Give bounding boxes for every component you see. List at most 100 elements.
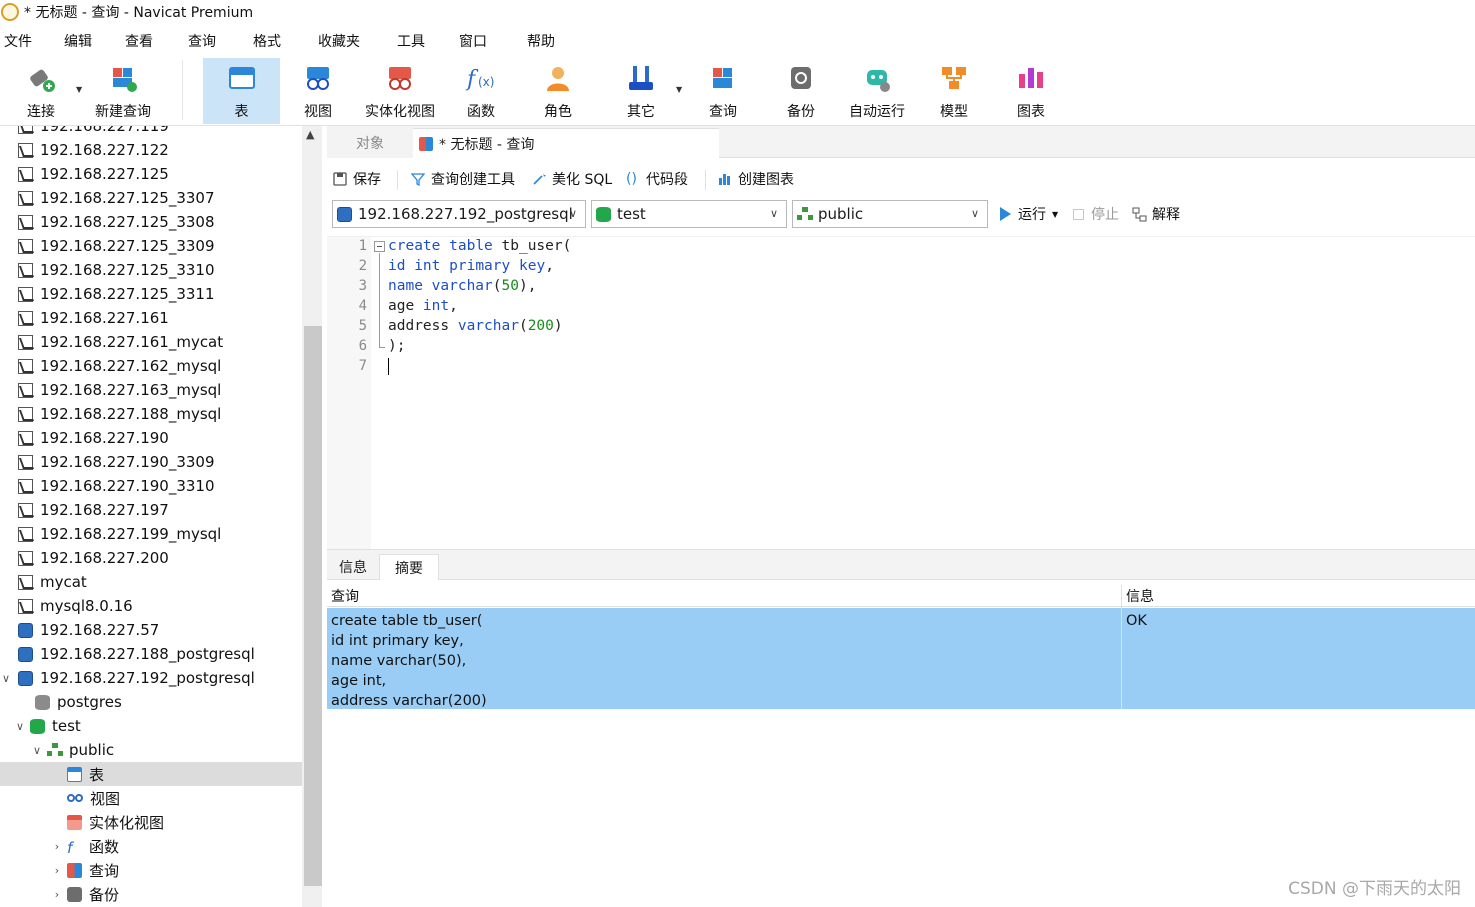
schema-select[interactable]: public ∨	[792, 200, 988, 228]
explain-button[interactable]: 解释	[1132, 204, 1180, 224]
tab-info[interactable]: 信息	[329, 554, 377, 580]
tree-label: 实体化视图	[89, 813, 165, 832]
tree-connection[interactable]: 192.168.227.163_mysql	[0, 378, 302, 402]
save-button[interactable]: 保存	[333, 169, 381, 189]
chevron-right-icon[interactable]: ›	[51, 888, 63, 901]
model-button[interactable]: 模型	[925, 58, 983, 124]
menu-format[interactable]: 格式	[253, 31, 281, 51]
beautify-sql-button[interactable]: 美化 SQL	[532, 169, 612, 189]
tree-connection[interactable]: 192.168.227.199_mysql	[0, 522, 302, 546]
backup-button[interactable]: 备份	[772, 58, 830, 124]
mysql-connection-icon	[18, 358, 33, 374]
menu-tools[interactable]: 工具	[397, 31, 425, 51]
code-line[interactable]: );	[388, 338, 405, 354]
fold-collapse-icon[interactable]	[374, 241, 385, 252]
menu-query[interactable]: 查询	[188, 31, 216, 51]
chevron-right-icon[interactable]: ›	[51, 864, 63, 877]
code-line[interactable]: create table tb_user(	[388, 238, 571, 254]
tree-connection[interactable]: 192.168.227.162_mysql	[0, 354, 302, 378]
tree-connection-postgresql[interactable]: 192.168.227.188_postgresql	[0, 642, 302, 666]
tab-objects[interactable]: 对象	[327, 128, 413, 158]
tree-scrollbar[interactable]: ▲	[302, 126, 322, 907]
tree-connection[interactable]: 192.168.227.125_3309	[0, 234, 302, 258]
connect-button[interactable]: 连接	[10, 58, 72, 124]
tree-connection[interactable]: 192.168.227.125_3310	[0, 258, 302, 282]
tree-schema-child[interactable]: › 备份	[0, 882, 302, 906]
results-panel: 信息 摘要 查询 信息 create table tb_user( id int…	[327, 549, 1475, 907]
new-query-button[interactable]: 新建查询	[88, 58, 158, 124]
tree-connection[interactable]: 192.168.227.161	[0, 306, 302, 330]
tree-connection[interactable]: 192.168.227.190_3310	[0, 474, 302, 498]
query-builder-button[interactable]: 查询创建工具	[411, 169, 515, 189]
tree-connection-postgresql[interactable]: ∨ 192.168.227.192_postgresql	[0, 666, 302, 690]
auto-run-button[interactable]: 自动运行	[842, 58, 912, 124]
scroll-up-icon[interactable]: ▲	[306, 128, 314, 141]
create-chart-button[interactable]: 创建图表	[718, 169, 794, 189]
tree-connection[interactable]: 192.168.227.125_3307	[0, 186, 302, 210]
tree-connection[interactable]: 192.168.227.122	[0, 138, 302, 162]
line-number: 4	[358, 298, 367, 314]
tree-connection-postgresql[interactable]: 192.168.227.57	[0, 618, 302, 642]
tree-connection[interactable]: mycat	[0, 570, 302, 594]
materialized-view-button[interactable]: 实体化视图	[358, 58, 442, 124]
query-button[interactable]: 查询	[694, 58, 752, 124]
column-header-info[interactable]: 信息	[1122, 585, 1475, 607]
tab-query[interactable]: * 无标题 - 查询	[413, 128, 719, 158]
tree-connection-partial[interactable]: 192.168.227.119	[0, 126, 302, 138]
menu-file[interactable]: 文件	[4, 31, 32, 51]
menu-help[interactable]: 帮助	[527, 31, 555, 51]
chevron-down-icon[interactable]: ∨	[0, 672, 12, 685]
result-cell-query[interactable]: create table tb_user( id int primary key…	[327, 608, 1121, 709]
chevron-down-icon: ∨	[568, 207, 577, 220]
view-button[interactable]: 视图	[290, 58, 346, 124]
code-line[interactable]: age int,	[388, 298, 458, 314]
tree-schema-child[interactable]: 视图	[0, 786, 302, 810]
chevron-down-icon[interactable]: ∨	[31, 744, 43, 757]
other-button[interactable]: 其它	[612, 58, 670, 124]
menu-edit[interactable]: 编辑	[64, 31, 92, 51]
chevron-down-icon[interactable]: ∨	[14, 720, 26, 733]
scrollbar-thumb[interactable]	[304, 326, 322, 886]
funnel-icon	[411, 173, 425, 186]
tree-connection[interactable]: 192.168.227.125_3308	[0, 210, 302, 234]
tree-connection[interactable]: 192.168.227.188_mysql	[0, 402, 302, 426]
tree-connection[interactable]: 192.168.227.197	[0, 498, 302, 522]
menu-window[interactable]: 窗口	[459, 31, 487, 51]
tree-schema-child[interactable]: 表	[0, 762, 302, 786]
role-button[interactable]: 角色	[528, 58, 588, 124]
code-line[interactable]: address varchar(200)	[388, 318, 563, 334]
tree-database[interactable]: postgres	[0, 690, 302, 714]
code-line[interactable]: name varchar(50),	[388, 278, 536, 294]
stop-button[interactable]: 停止	[1073, 204, 1119, 224]
tree-schema[interactable]: ∨ public	[0, 738, 302, 762]
column-header-query[interactable]: 查询	[327, 585, 1121, 607]
run-button[interactable]: 运行 ▼	[1000, 204, 1058, 224]
connection-select[interactable]: 192.168.227.192_postgresql ∨	[332, 200, 586, 228]
chart-button[interactable]: 图表	[1002, 58, 1060, 124]
database-select[interactable]: test ∨	[591, 200, 787, 228]
table-button[interactable]: 表	[203, 58, 280, 124]
tree-schema-child[interactable]: › f 函数	[0, 834, 302, 858]
tab-summary[interactable]: 摘要	[379, 554, 439, 580]
code-snippet-button[interactable]: () 代码段	[626, 169, 688, 189]
run-dropdown-caret-icon[interactable]: ▼	[1052, 210, 1058, 219]
chevron-right-icon[interactable]: ›	[51, 840, 63, 853]
tree-connection[interactable]: 192.168.227.125_3311	[0, 282, 302, 306]
menu-favorites[interactable]: 收藏夹	[318, 31, 360, 51]
tree-connection[interactable]: mysql8.0.16	[0, 594, 302, 618]
function-button[interactable]: f (x) 函数	[452, 58, 510, 124]
menu-view[interactable]: 查看	[125, 31, 153, 51]
tree-connection[interactable]: 192.168.227.125	[0, 162, 302, 186]
tree-schema-child[interactable]: 实体化视图	[0, 810, 302, 834]
tree-connection[interactable]: 192.168.227.200	[0, 546, 302, 570]
tree-database[interactable]: ∨ test	[0, 714, 302, 738]
result-cell-info[interactable]: OK	[1122, 608, 1475, 709]
other-dropdown-caret-icon[interactable]: ▼	[676, 85, 682, 94]
tree-connection[interactable]: 192.168.227.161_mycat	[0, 330, 302, 354]
connect-dropdown-caret-icon[interactable]: ▼	[76, 85, 82, 94]
tree-connection[interactable]: 192.168.227.190	[0, 426, 302, 450]
sql-editor[interactable]: 1 2 3 4 5 6 7 create table tb_user(id int prim…	[327, 236, 1475, 550]
tree-schema-child[interactable]: › 查询	[0, 858, 302, 882]
tree-connection[interactable]: 192.168.227.190_3309	[0, 450, 302, 474]
code-line[interactable]: id int primary key,	[388, 258, 554, 274]
